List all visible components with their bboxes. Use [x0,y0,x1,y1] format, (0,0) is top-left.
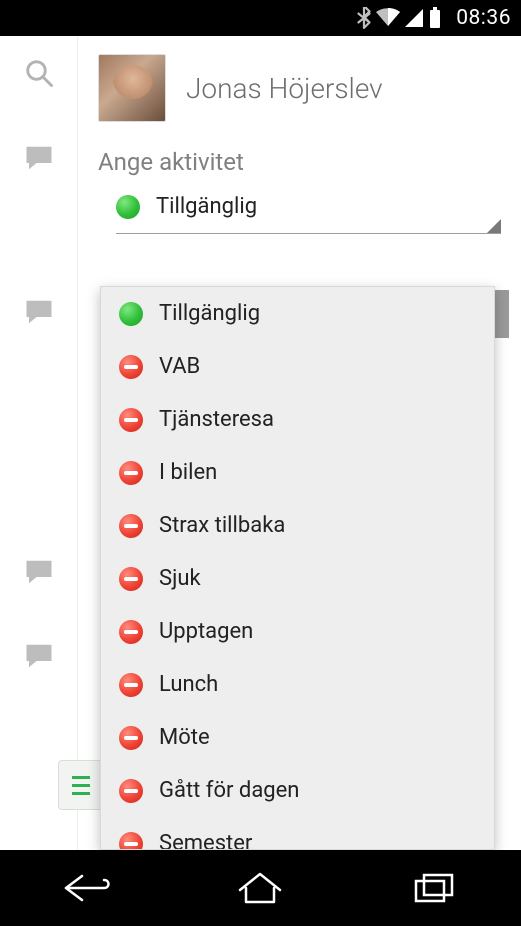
profile-header: Jonas Höjerslev [98,54,501,122]
status-dot-icon [119,461,143,485]
wifi-icon [376,8,400,28]
status-option[interactable]: VAB [101,340,494,393]
status-option[interactable]: Upptagen [101,605,494,658]
status-option-label: I bilen [159,460,217,485]
dropdown-indicator-icon [487,219,501,233]
status-option[interactable]: Lunch [101,658,494,711]
status-option[interactable]: Möte [101,711,494,764]
status-dropdown: Tillgänglig VAB Tjänsteresa I bilen Strax ti… [100,286,495,850]
status-dot-icon [119,514,143,538]
nav-bar [0,850,521,926]
back-button[interactable] [52,863,122,913]
status-option-label: Lunch [159,672,218,697]
status-dot-icon [119,408,143,432]
status-dot-icon [119,779,143,803]
status-dot-icon [119,726,143,750]
status-selected-label: Tillgänglig [156,194,257,219]
sidebar-item-chat-4[interactable] [0,642,77,670]
status-option-label: Semester [159,831,252,849]
battery-icon [428,7,442,29]
status-option-label: Tillgänglig [159,301,260,326]
chat-icon [24,298,54,326]
chat-icon [24,558,54,586]
status-option-label: VAB [159,354,200,379]
sidebar-item-chat-2[interactable] [0,298,77,326]
status-option[interactable]: Strax tillbaka [101,499,494,552]
status-dot-icon [119,832,143,850]
status-icons [356,7,442,29]
status-option-label: Möte [159,725,210,750]
status-option-label: Tjänsteresa [159,407,274,432]
recent-button[interactable] [399,863,469,913]
status-option[interactable]: Tillgänglig [101,287,494,340]
status-option-label: Strax tillbaka [159,513,285,538]
status-time: 08:36 [456,6,511,30]
left-rail [0,36,78,850]
status-dot-icon [119,302,143,326]
sidebar-item-chat-1[interactable] [0,144,77,172]
status-option-label: Sjuk [159,566,201,591]
section-title: Ange aktivitet [98,148,501,176]
status-dot-icon [119,567,143,591]
back-icon [60,870,114,906]
user-name: Jonas Höjerslev [186,72,383,105]
avatar[interactable] [98,54,166,122]
status-dot-icon [116,195,140,219]
status-option[interactable]: Sjuk [101,552,494,605]
status-option[interactable]: I bilen [101,446,494,499]
chat-icon [24,642,54,670]
status-option-label: Gått för dagen [159,778,299,803]
status-option-label: Upptagen [159,619,253,644]
home-button[interactable] [225,863,295,913]
search-button[interactable] [0,58,77,88]
sidebar-item-chat-3[interactable] [0,558,77,586]
home-icon [236,870,284,906]
status-bar: 08:36 [0,0,521,36]
status-dot-icon [119,355,143,379]
bluetooth-icon [356,7,372,29]
signal-icon [404,8,424,28]
recent-apps-icon [412,871,456,905]
status-option[interactable]: Gått för dagen [101,764,494,817]
search-icon [24,58,54,88]
status-option[interactable]: Semester [101,817,494,849]
status-dot-icon [119,673,143,697]
status-dot-icon [119,620,143,644]
status-option[interactable]: Tjänsteresa [101,393,494,446]
chat-icon [24,144,54,172]
status-selector[interactable]: Tillgänglig [116,194,501,234]
status-dropdown-list: Tillgänglig VAB Tjänsteresa I bilen Strax ti… [101,287,494,849]
